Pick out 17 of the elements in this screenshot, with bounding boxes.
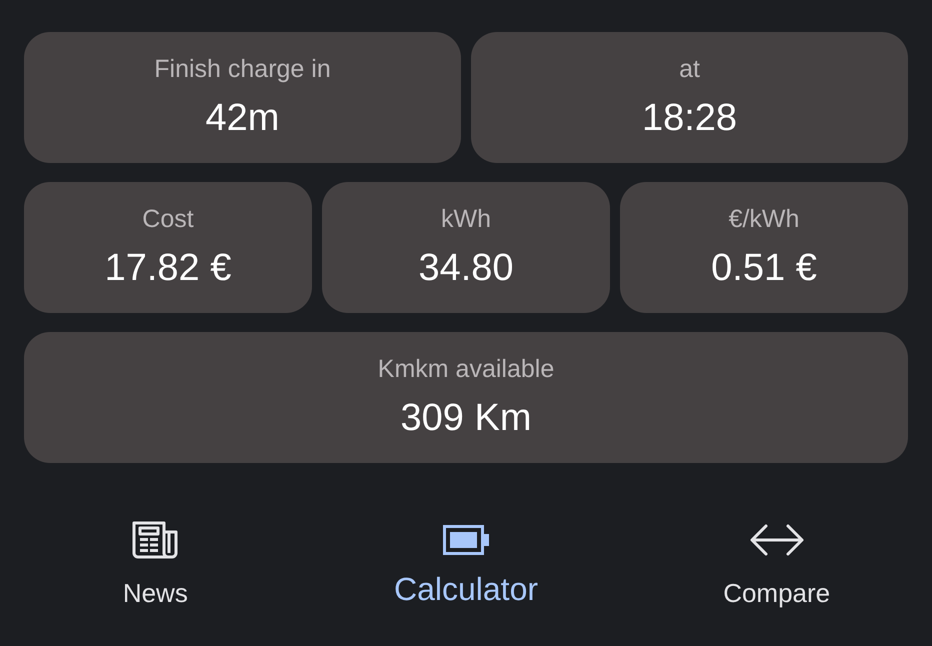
newspaper-icon — [132, 521, 178, 559]
nav-tab[interactable]: Compare — [717, 520, 836, 610]
stat-value: 42m — [206, 96, 280, 141]
stat-label: at — [679, 54, 700, 84]
stat-label: Cost — [142, 204, 194, 234]
stat-label: Kmkm available — [378, 354, 554, 384]
stat-value: 18:28 — [642, 96, 738, 141]
stat-label: kWh — [441, 204, 491, 234]
nav-tab[interactable]: News — [116, 520, 194, 610]
stat-value: 0.51 € — [711, 246, 817, 291]
stat-value: 309 Km — [400, 396, 532, 441]
battery-icon — [442, 525, 489, 555]
stat-value: 34.80 — [418, 246, 514, 291]
stat-label: Finish charge in — [154, 54, 331, 84]
stat-value: 17.82 € — [104, 246, 232, 291]
nav-tab[interactable]: Calculator — [388, 520, 544, 610]
stat-label: €/kWh — [728, 204, 800, 234]
